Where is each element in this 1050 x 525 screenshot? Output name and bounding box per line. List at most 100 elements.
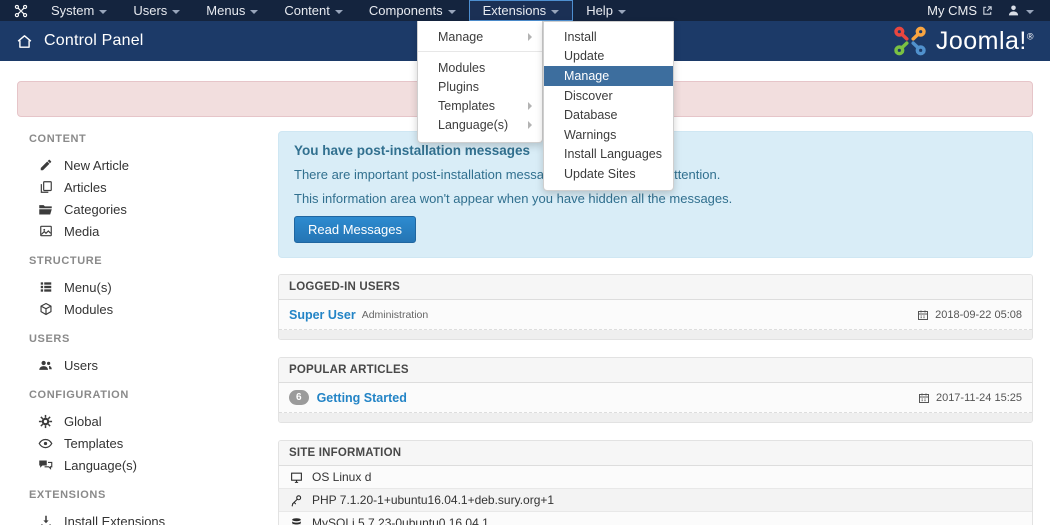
sidebar-item-modules[interactable]: Modules	[38, 298, 278, 320]
menu-system[interactable]: System	[38, 0, 120, 21]
menu-list-icon	[38, 280, 53, 294]
site-name-label: My CMS	[927, 3, 977, 18]
sidebar-item-label: Users	[64, 358, 98, 373]
dropdown-item-languages[interactable]: Language(s)	[418, 115, 542, 134]
article-date: 2017-11-24 15:25	[918, 392, 1022, 404]
sidebar-item-articles[interactable]: Articles	[38, 176, 278, 198]
sidebar-item-label: New Article	[64, 158, 129, 173]
sidebar-item-global[interactable]: Global	[38, 410, 278, 432]
sidebar-heading-configuration: CONFIGURATION	[29, 389, 278, 401]
sidebar-item-templates[interactable]: Templates	[38, 432, 278, 454]
submenu-item-discover[interactable]: Discover	[544, 86, 673, 106]
submenu-item-update[interactable]: Update	[544, 47, 673, 67]
dropdown-item-label: Modules	[438, 61, 485, 75]
sidebar-item-categories[interactable]: Categories	[38, 198, 278, 220]
menu-components-label: Components	[369, 3, 443, 18]
joomla-brand-button[interactable]	[0, 0, 38, 21]
joomla-logo: Joomla!®	[891, 25, 1034, 57]
sidebar-heading-structure: STRUCTURE	[29, 255, 278, 267]
menu-components[interactable]: Components	[356, 0, 469, 21]
site-info-label: MySQLi 5.7.23-0ubuntu0.16.04.1	[312, 516, 489, 525]
gear-icon	[38, 414, 53, 429]
topbar-right: My CMS	[927, 0, 1050, 21]
table-row: Super User Administration 2018-09-22 05:…	[279, 300, 1032, 330]
menu-users[interactable]: Users	[120, 0, 193, 21]
sidebar-item-label: Modules	[64, 302, 113, 317]
articles-icon	[38, 180, 53, 194]
sidebar-item-label: Templates	[64, 436, 123, 451]
submenu-item-database[interactable]: Database	[544, 105, 673, 125]
sidebar-item-label: Language(s)	[64, 458, 137, 473]
sidebar-item-label: Media	[64, 224, 99, 239]
submenu-item-update-sites[interactable]: Update Sites	[544, 164, 673, 184]
sidebar-item-media[interactable]: Media	[38, 220, 278, 242]
sidebar-heading-content: CONTENT	[29, 133, 278, 145]
site-info-row-php: PHP 7.1.20-1+ubuntu16.04.1+deb.sury.org+…	[279, 489, 1032, 512]
sidebar-heading-users: USERS	[29, 333, 278, 345]
dropdown-item-plugins[interactable]: Plugins	[418, 77, 542, 96]
dropdown-item-templates[interactable]: Templates	[418, 96, 542, 115]
panel-title: SITE INFORMATION	[279, 441, 1032, 466]
menu-help-label: Help	[586, 3, 613, 18]
user-link[interactable]: Super User	[289, 308, 356, 322]
menu-content-label: Content	[284, 3, 330, 18]
menu-extensions-label: Extensions	[483, 3, 547, 18]
popular-articles-panel: POPULAR ARTICLES 6 Getting Started 2017-…	[278, 357, 1033, 423]
admin-menubar: System Users Menus Content Components Ex…	[0, 0, 1050, 21]
menu-extensions[interactable]: Extensions	[469, 0, 574, 21]
php-icon	[289, 494, 303, 507]
chevron-down-icon	[172, 10, 180, 14]
user-menu-button[interactable]	[1007, 4, 1034, 17]
site-info-label: OS Linux d	[312, 470, 371, 484]
chevron-right-icon	[528, 102, 532, 110]
dropdown-item-label: Plugins	[438, 80, 479, 94]
site-info-row-database: MySQLi 5.7.23-0ubuntu0.16.04.1	[279, 512, 1032, 525]
submenu-item-install[interactable]: Install	[544, 27, 673, 47]
sidebar-item-new-article[interactable]: New Article	[38, 154, 278, 176]
joomla-logo-text: Joomla!®	[936, 27, 1034, 56]
menu-menus[interactable]: Menus	[193, 0, 271, 21]
external-link-icon	[982, 5, 993, 16]
sidebar-item-install-extensions[interactable]: Install Extensions	[38, 510, 278, 525]
read-messages-button[interactable]: Read Messages	[294, 216, 416, 243]
sidebar-item-label: Categories	[64, 202, 127, 217]
media-icon	[38, 224, 53, 238]
submenu-item-warnings[interactable]: Warnings	[544, 125, 673, 145]
sidebar-item-menus[interactable]: Menu(s)	[38, 276, 278, 298]
hits-badge: 6	[289, 390, 309, 405]
pencil-icon	[38, 158, 53, 172]
calendar-icon	[918, 392, 930, 404]
sidebar-item-label: Global	[64, 414, 102, 429]
dropdown-item-label: Language(s)	[438, 118, 508, 132]
chevron-down-icon	[448, 10, 456, 14]
menu-system-label: System	[51, 3, 94, 18]
eye-icon	[38, 436, 53, 451]
manage-submenu: Install Update Manage Discover Database …	[543, 21, 674, 191]
article-link[interactable]: Getting Started	[317, 391, 407, 405]
users-icon	[38, 358, 53, 373]
preview-site-link[interactable]: My CMS	[927, 3, 993, 18]
home-icon	[16, 33, 33, 50]
menu-content[interactable]: Content	[271, 0, 356, 21]
menu-help[interactable]: Help	[573, 0, 639, 21]
sidebar-heading-extensions: EXTENSIONS	[29, 489, 278, 501]
dropdown-item-manage[interactable]: Manage	[418, 27, 542, 46]
chevron-down-icon	[99, 10, 107, 14]
site-info-row-os: OS Linux d	[279, 466, 1032, 489]
chevron-down-icon	[335, 10, 343, 14]
sidebar-item-users[interactable]: Users	[38, 354, 278, 376]
chevron-down-icon	[551, 10, 559, 14]
chevron-down-icon	[250, 10, 258, 14]
chevron-right-icon	[528, 121, 532, 129]
menu-users-label: Users	[133, 3, 167, 18]
cube-icon	[38, 302, 53, 316]
site-information-panel: SITE INFORMATION OS Linux d PHP 7.1.20-1…	[278, 440, 1033, 525]
chevron-right-icon	[528, 33, 532, 41]
panel-footer	[279, 330, 1032, 339]
sidebar-item-languages[interactable]: Language(s)	[38, 454, 278, 476]
dropdown-item-modules[interactable]: Modules	[418, 58, 542, 77]
chevron-down-icon	[1026, 10, 1034, 14]
submenu-item-manage[interactable]: Manage	[544, 66, 673, 86]
submenu-item-install-languages[interactable]: Install Languages	[544, 145, 673, 165]
user-location-label: Administration	[362, 309, 429, 321]
